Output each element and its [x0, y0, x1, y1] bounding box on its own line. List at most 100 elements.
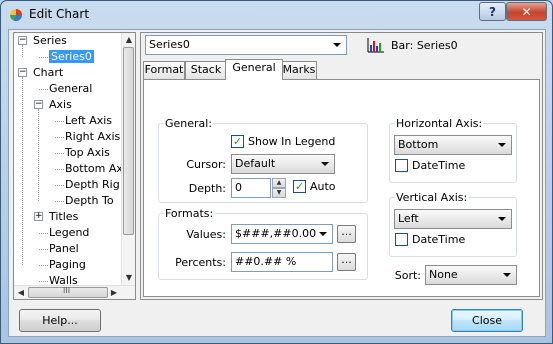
tree-connector	[55, 153, 64, 154]
tree-item-titles[interactable]: Titles	[49, 209, 78, 225]
tree-item-series0[interactable]: Series0	[49, 49, 94, 65]
scroll-up-arrow-icon[interactable]: ▲	[122, 33, 136, 47]
scroll-down-arrow-icon[interactable]: ▼	[122, 271, 136, 285]
depth-input[interactable]: 0	[231, 178, 271, 198]
cursor-select[interactable]: Default	[231, 154, 335, 174]
general-tab-panel: General: Show In Legend Cursor: Default …	[143, 79, 540, 297]
tree-item-label: Left Axis	[65, 114, 113, 127]
tree-horizontal-scrollbar[interactable]: ◀ III ▶	[14, 285, 135, 299]
tree-connector	[39, 57, 48, 58]
expand-icon[interactable]: +	[34, 212, 43, 221]
tree-horizontal-scroll-thumb[interactable]: III	[28, 286, 108, 298]
close-button[interactable]: Close	[451, 309, 523, 332]
chart-app-icon	[9, 9, 22, 22]
scroll-grip: III	[63, 286, 71, 295]
vertical-axis-group-label: Vertical Axis:	[395, 191, 469, 204]
tree-item-panel[interactable]: Panel	[49, 241, 79, 257]
tree-connector	[55, 201, 64, 202]
tab-marks[interactable]: Marks	[281, 61, 317, 79]
chevron-down-icon[interactable]	[494, 211, 510, 227]
tree-connector	[39, 249, 48, 250]
cursor-label: Cursor:	[186, 158, 226, 171]
window-title: Edit Chart	[29, 7, 90, 21]
tree-item-chart[interactable]: Chart	[33, 65, 63, 81]
tree-item-legend[interactable]: Legend	[49, 225, 89, 241]
general-group-label: General:	[164, 117, 214, 130]
depth-stepper[interactable]: ▲ ▼	[272, 178, 286, 198]
vertical-datetime-checkbox[interactable]	[395, 233, 408, 246]
show-in-legend-checkbox[interactable]	[231, 135, 244, 148]
chevron-down-icon[interactable]	[329, 37, 345, 53]
scroll-right-arrow-icon[interactable]: ▶	[107, 286, 121, 300]
tab-general[interactable]: General	[225, 59, 283, 80]
series-select[interactable]: Series0	[145, 35, 347, 55]
chevron-down-icon[interactable]	[494, 137, 510, 153]
tree-item-right-axis[interactable]: Right Axis	[65, 129, 120, 145]
tree-item-series[interactable]: Series	[33, 33, 67, 49]
percents-format-label: Percents:	[175, 256, 226, 269]
tree-connector	[39, 265, 48, 266]
tree-item-label: Series	[33, 34, 67, 47]
tree-item-general[interactable]: General	[49, 81, 92, 97]
chevron-down-icon[interactable]	[315, 226, 331, 242]
tree-item-axis[interactable]: Axis	[49, 97, 72, 113]
tree-vertical-scrollbar[interactable]: ▲ ▼	[121, 33, 135, 286]
horizontal-datetime-checkbox[interactable]	[395, 159, 408, 172]
depth-label: Depth:	[188, 182, 226, 195]
vertical-datetime-label: DateTime	[412, 233, 466, 246]
tree-connector	[55, 137, 64, 138]
vertical-axis-select[interactable]: Left	[394, 209, 512, 229]
tab-format[interactable]: Format	[143, 61, 185, 79]
tree-item-depth-rig[interactable]: Depth Rig	[65, 177, 120, 193]
title-close-button[interactable]: ✕	[506, 2, 547, 21]
tree-connector	[55, 185, 64, 186]
tree-item-label: Chart	[33, 66, 64, 79]
tree-item-left-axis[interactable]: Left Axis	[65, 113, 112, 129]
values-format-value: $###,##0.00	[235, 227, 317, 240]
title-help-button[interactable]: ?	[479, 2, 506, 21]
tree-connector	[55, 169, 64, 170]
scroll-left-arrow-icon[interactable]: ◀	[14, 286, 28, 300]
values-format-browse-button[interactable]: ...	[337, 225, 356, 243]
show-in-legend-label: Show In Legend	[248, 135, 336, 148]
title-bar[interactable]: Edit Chart ? ✕	[1, 1, 552, 29]
help-button[interactable]: Help...	[19, 309, 101, 332]
collapse-icon[interactable]: −	[18, 68, 27, 77]
auto-depth-label: Auto	[310, 180, 336, 193]
tree-item-bottom-ax[interactable]: Bottom Ax	[65, 161, 123, 177]
sort-select[interactable]: None	[425, 265, 517, 285]
step-down-arrow-icon[interactable]: ▼	[272, 188, 286, 198]
auto-depth-checkbox[interactable]	[293, 180, 306, 193]
collapse-icon[interactable]: −	[18, 36, 27, 45]
horizontal-datetime-label: DateTime	[412, 159, 466, 172]
tab-stack[interactable]: Stack	[185, 61, 227, 79]
percents-format-input[interactable]: ##0.## %	[231, 252, 333, 272]
tree-item-label: General	[49, 82, 93, 95]
tree-item-paging[interactable]: Paging	[49, 257, 86, 273]
chevron-down-icon[interactable]	[317, 156, 333, 172]
tree-item-label: Series0	[49, 50, 94, 63]
tree-item-label: Bottom Ax	[65, 162, 123, 175]
dialog-client-area: − Series Series0− Chart General − Axis Left Axi…	[8, 29, 546, 337]
tree-item-depth-to[interactable]: Depth To	[65, 193, 114, 209]
values-format-select[interactable]: $###,##0.00	[231, 224, 333, 244]
bar-chart-icon	[367, 38, 384, 53]
horizontal-axis-value: Bottom	[398, 138, 439, 151]
tree-item-top-axis[interactable]: Top Axis	[65, 145, 110, 161]
collapse-icon[interactable]: −	[34, 100, 43, 109]
formats-group: Formats: Values: $###,##0.00 ... Percent…	[158, 207, 368, 280]
tree-items: − Series Series0− Chart General − Axis Left Axi…	[14, 33, 123, 286]
horizontal-axis-select[interactable]: Bottom	[394, 135, 512, 155]
tree-item-label: Top Axis	[65, 146, 110, 159]
tree-vertical-scroll-thumb[interactable]	[123, 47, 134, 235]
chevron-down-icon[interactable]	[499, 267, 515, 283]
tree-connector	[39, 233, 48, 234]
tree-connector	[39, 281, 48, 282]
tree-guide-line	[22, 77, 23, 265]
percents-format-browse-button[interactable]: ...	[337, 253, 356, 271]
settings-tree[interactable]: − Series Series0− Chart General − Axis Left Axi…	[13, 32, 136, 300]
step-up-arrow-icon[interactable]: ▲	[272, 178, 286, 188]
tree-item-label: Depth Rig	[65, 178, 120, 191]
edit-chart-window: Edit Chart ? ✕ − Series Series0− Chart Gener…	[0, 0, 553, 344]
tree-item-label: Panel	[49, 242, 79, 255]
